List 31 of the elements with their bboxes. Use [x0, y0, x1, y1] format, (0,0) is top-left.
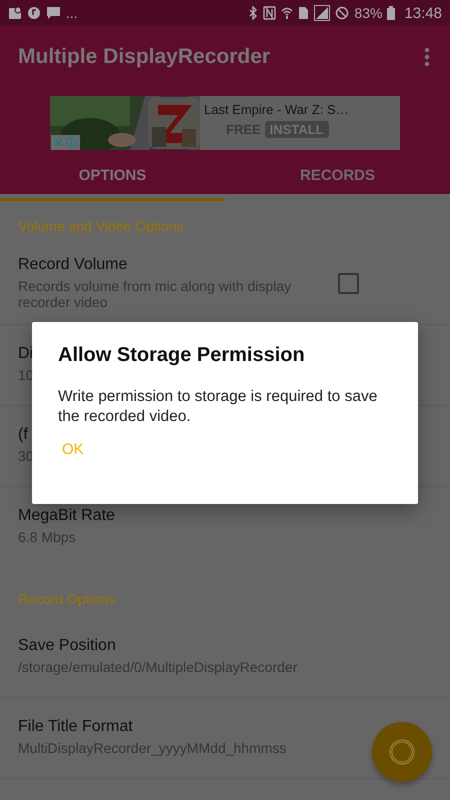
battery-icon [387, 6, 396, 20]
ad-title: Last Empire - War Z: S… [204, 102, 349, 117]
bluetooth-icon [248, 6, 258, 20]
setting-title: (f [18, 426, 28, 444]
record-button[interactable] [372, 722, 432, 782]
ring-icon [389, 739, 415, 765]
dialog-title: Allow Storage Permission [58, 344, 305, 367]
checkbox[interactable] [338, 272, 359, 294]
setting-title: File Title Format [18, 718, 133, 736]
wifi-icon [281, 6, 294, 20]
more-notifications: ... [66, 5, 78, 21]
tab[interactable]: RECORDS [225, 150, 450, 201]
message-icon [46, 6, 61, 20]
nfc-icon [263, 6, 276, 20]
app-title: Multiple DisplayRecorder [18, 45, 270, 69]
do-not-disturb-icon [335, 6, 350, 20]
ok-button[interactable]: OK [58, 437, 88, 462]
setting-title: Save Position [18, 637, 116, 655]
sim-icon [298, 6, 310, 20]
gallery-icon [8, 6, 22, 20]
section-header: Volume and Video Options [17, 217, 185, 236]
clock: 13:48 [404, 4, 442, 22]
setting-title: Record Volume [18, 256, 128, 274]
signal-icon [314, 5, 330, 21]
setting-title: Di [18, 345, 34, 363]
section-header: Record Options [17, 590, 116, 609]
tab[interactable]: OPTIONS [0, 150, 225, 201]
more-options-icon[interactable] [424, 47, 430, 67]
dialog-message: Write permission to storage is required to save the recorded video. [58, 387, 378, 427]
setting-title: MegaBit Rate [18, 507, 115, 525]
battery-percent: 83% [354, 5, 382, 21]
